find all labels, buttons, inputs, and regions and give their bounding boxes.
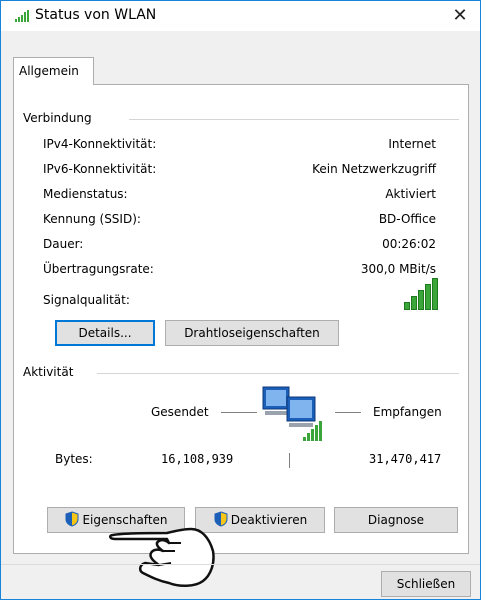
title-bar[interactable]: Status von WLAN ✕ xyxy=(1,1,480,31)
sent-label: Gesendet xyxy=(151,405,209,419)
signal-bar xyxy=(432,278,438,310)
signal-bar xyxy=(411,296,417,310)
signal-quality-label: Signalqualität: xyxy=(43,293,130,307)
details-button[interactable]: Details... xyxy=(55,320,155,346)
ssid-value: BD-Office xyxy=(378,212,436,226)
ipv4-value: Internet xyxy=(388,137,436,151)
connection-heading: Verbindung xyxy=(23,111,92,125)
uac-shield-icon xyxy=(65,511,79,527)
tab-panel xyxy=(13,84,469,554)
duration-value: 00:26:02 xyxy=(382,237,436,251)
footer-separator xyxy=(1,564,480,565)
bytes-label: Bytes: xyxy=(55,452,93,466)
close-icon[interactable]: ✕ xyxy=(440,1,480,31)
signal-bar xyxy=(425,284,431,310)
network-computers-icon xyxy=(262,386,322,441)
speed-value: 300,0 MBit/s xyxy=(360,262,436,276)
sent-line xyxy=(221,412,257,413)
signal-bar xyxy=(418,290,424,310)
status-dialog: Status von WLAN ✕ Allgemein Verbindung I… xyxy=(0,0,481,600)
signal-bar xyxy=(404,302,410,310)
media-status-label: Medienstatus: xyxy=(43,187,128,201)
speed-label: Übertragungsrate: xyxy=(43,262,154,276)
signal-strength-icon xyxy=(404,278,444,310)
disable-button-label: Deaktivieren xyxy=(230,513,308,527)
tab-allgemein[interactable]: Allgemein xyxy=(13,57,94,85)
ipv6-label: IPv6-Konnektivität: xyxy=(43,162,157,176)
bytes-sent-value: 16,108,939 xyxy=(161,452,234,466)
ipv4-label: IPv4-Konnektivität: xyxy=(43,137,157,151)
diagnose-button[interactable]: Diagnose xyxy=(334,507,458,533)
duration-label: Dauer: xyxy=(43,237,84,251)
window-title: Status von WLAN xyxy=(35,7,157,23)
close-button[interactable]: Schließen xyxy=(381,571,471,597)
received-line xyxy=(335,412,361,413)
tab-label: Allgemein xyxy=(19,64,79,78)
hand-pointer-icon xyxy=(109,527,215,587)
ipv6-value: Kein Netzwerkzugriff xyxy=(312,162,436,176)
received-label: Empfangen xyxy=(373,405,442,419)
bytes-received-value: 31,470,417 xyxy=(369,452,442,466)
activity-group-line xyxy=(97,373,459,374)
wireless-properties-button[interactable]: Drahtloseigenschaften xyxy=(165,320,339,346)
wifi-signal-icon xyxy=(15,10,29,22)
bytes-divider xyxy=(289,453,290,468)
connection-group-line xyxy=(129,119,459,120)
activity-heading: Aktivität xyxy=(23,365,74,379)
ssid-label: Kennung (SSID): xyxy=(43,212,141,226)
media-status-value: Aktiviert xyxy=(385,187,436,201)
